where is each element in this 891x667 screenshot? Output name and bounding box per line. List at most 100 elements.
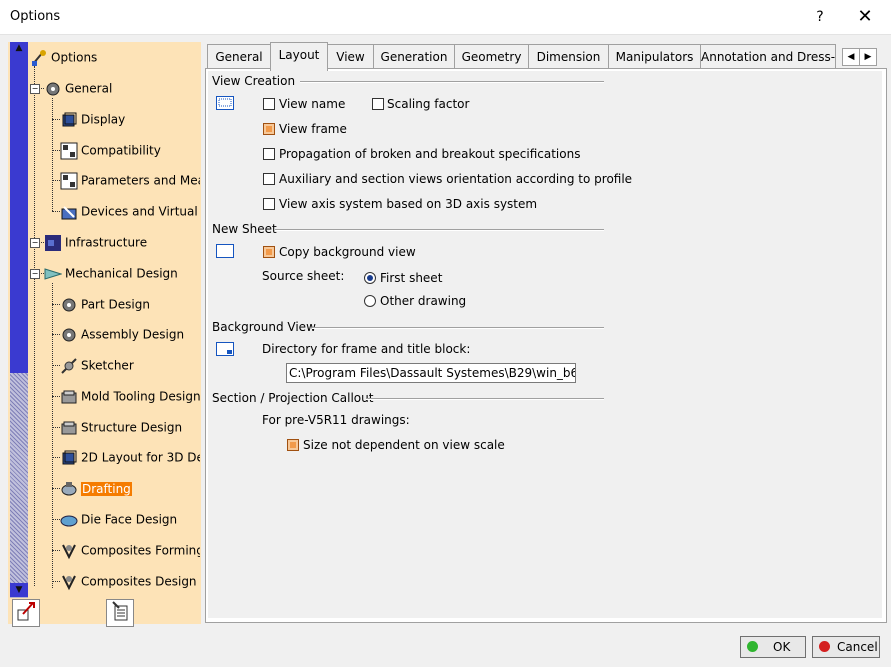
size-not-dependent-checkbox[interactable] bbox=[287, 439, 299, 451]
scaling-factor-checkbox[interactable] bbox=[372, 98, 384, 110]
tree-item-infrastructure[interactable]: Infrastructure bbox=[44, 232, 200, 252]
tree-item-mechanical-design[interactable]: Mechanical Design bbox=[44, 263, 200, 283]
scroll-up-arrow-icon[interactable]: ▲ bbox=[10, 42, 28, 55]
tab-scroll-right-icon[interactable]: ▶ bbox=[859, 48, 877, 66]
tree-item-composites-forming[interactable]: Composites Forming bbox=[60, 540, 200, 560]
background-view-icon bbox=[216, 342, 234, 356]
tree-item-parameters[interactable]: Parameters and Measure bbox=[60, 170, 200, 190]
mold-tooling-icon bbox=[60, 388, 78, 406]
source-sheet-label: Source sheet: bbox=[262, 269, 345, 283]
tree-item-compatibility[interactable]: Compatibility bbox=[60, 140, 200, 160]
tab-geometry[interactable]: Geometry bbox=[454, 44, 529, 69]
cancel-button[interactable]: Cancel bbox=[812, 636, 880, 658]
view-name-checkbox[interactable] bbox=[263, 98, 275, 110]
tree-item-label: Compatibility bbox=[81, 143, 161, 158]
first-sheet-radio[interactable] bbox=[364, 272, 376, 284]
tree-root-label: Options bbox=[51, 50, 98, 65]
ok-dot-icon bbox=[747, 641, 758, 652]
tab-dimension[interactable]: Dimension bbox=[528, 44, 609, 69]
tree-connector bbox=[52, 150, 60, 151]
tree-connector bbox=[52, 211, 60, 212]
other-drawing-radio[interactable] bbox=[364, 295, 376, 307]
tree-item-mold-tooling[interactable]: Mold Tooling Design bbox=[60, 386, 200, 406]
window-title: Options bbox=[10, 9, 61, 24]
tree-item-label: Devices and Virtual Reality bbox=[81, 204, 200, 219]
tree-item-devices[interactable]: Devices and Virtual Reality bbox=[60, 201, 200, 221]
options-list-icon[interactable] bbox=[106, 599, 134, 627]
section-divider bbox=[300, 81, 604, 83]
section-divider bbox=[312, 327, 604, 329]
tree-item-structure-design[interactable]: Structure Design bbox=[60, 417, 200, 437]
view-axis-checkbox[interactable] bbox=[263, 198, 275, 210]
view-creation-icon bbox=[216, 96, 234, 110]
view-name-label: View name bbox=[279, 97, 346, 111]
display-icon bbox=[60, 111, 78, 129]
other-drawing-label: Other drawing bbox=[380, 294, 467, 308]
cancel-dot-icon bbox=[819, 641, 830, 652]
view-frame-label: View frame bbox=[279, 122, 347, 136]
tree-item-die-face[interactable]: Die Face Design bbox=[60, 509, 200, 529]
tab-annotation-and-dress-up[interactable]: Annotation and Dress-Up bbox=[700, 44, 836, 69]
tree-item-sketcher[interactable]: Sketcher bbox=[60, 355, 200, 375]
directory-input[interactable]: C:\Program Files\Dassault Systemes\B29\w… bbox=[286, 363, 576, 383]
tab-scroll-left-icon[interactable]: ◀ bbox=[842, 48, 860, 66]
tree-item-drafting[interactable]: Drafting bbox=[60, 478, 200, 498]
parameters-icon bbox=[60, 172, 78, 190]
tree-item-part-design[interactable]: Part Design bbox=[60, 294, 200, 314]
tree-item-2d-layout[interactable]: 2D Layout for 3D Design bbox=[60, 447, 200, 467]
tree-scrollbar-track-lower[interactable] bbox=[10, 373, 28, 583]
tree-line bbox=[34, 66, 35, 586]
tree-root[interactable]: Options bbox=[30, 47, 200, 67]
tree-line bbox=[52, 283, 53, 588]
tree-item-label: Display bbox=[81, 112, 126, 127]
auxiliary-orientation-checkbox[interactable] bbox=[263, 173, 275, 185]
tree-item-label: Sketcher bbox=[81, 358, 134, 373]
tab-general[interactable]: General bbox=[207, 44, 271, 69]
tree-connector bbox=[52, 427, 60, 428]
directory-label: Directory for frame and title block: bbox=[262, 342, 471, 356]
tree-tool-icon[interactable] bbox=[12, 599, 40, 627]
tree-connector bbox=[52, 550, 60, 551]
view-axis-label: View axis system based on 3D axis system bbox=[279, 197, 538, 211]
section-title-view-creation: View Creation bbox=[212, 74, 296, 88]
tree-item-label: Assembly Design bbox=[81, 327, 185, 342]
propagation-checkbox[interactable] bbox=[263, 148, 275, 160]
section-title-new-sheet: New Sheet bbox=[212, 222, 277, 236]
expand-toggle-icon[interactable]: − bbox=[30, 238, 40, 248]
section-title-background-view: Background View bbox=[212, 320, 316, 334]
ok-button[interactable]: OK bbox=[740, 636, 806, 658]
copy-background-checkbox[interactable] bbox=[263, 246, 275, 258]
assembly-design-icon bbox=[60, 326, 78, 344]
tree-scrollbar-thumb[interactable] bbox=[10, 55, 28, 373]
scroll-down-arrow-icon[interactable]: ▼ bbox=[10, 583, 28, 597]
close-button[interactable]: ✕ bbox=[843, 4, 887, 30]
expand-toggle-icon[interactable]: − bbox=[30, 84, 40, 94]
cancel-button-label: Cancel bbox=[837, 640, 878, 654]
tree-item-assembly-design[interactable]: Assembly Design bbox=[60, 324, 200, 344]
composites-design-icon bbox=[60, 573, 78, 591]
view-frame-checkbox[interactable] bbox=[263, 123, 275, 135]
tree-item-label: Composites Design bbox=[81, 574, 197, 589]
expand-toggle-icon[interactable]: − bbox=[30, 269, 40, 279]
help-button[interactable]: ? bbox=[800, 4, 840, 30]
tab-view[interactable]: View bbox=[327, 44, 374, 69]
tab-generation[interactable]: Generation bbox=[373, 44, 455, 69]
tree-item-label: Part Design bbox=[81, 297, 150, 312]
tab-layout[interactable]: Layout bbox=[270, 42, 328, 71]
pre-v5r11-label: For pre-V5R11 drawings: bbox=[262, 413, 410, 427]
tree-connector bbox=[52, 581, 60, 582]
propagation-label: Propagation of broken and breakout speci… bbox=[279, 147, 581, 161]
tree-item-label: Die Face Design bbox=[81, 512, 178, 527]
copy-background-label: Copy background view bbox=[279, 245, 416, 259]
tree-item-composites-design[interactable]: Composites Design bbox=[60, 571, 200, 591]
tree-item-label: Structure Design bbox=[81, 420, 183, 435]
composites-forming-icon bbox=[60, 542, 78, 560]
tree-item-display[interactable]: Display bbox=[60, 109, 200, 129]
section-divider bbox=[366, 398, 604, 400]
tree-connector bbox=[52, 180, 60, 181]
tree-item-label: Mechanical Design bbox=[65, 266, 178, 281]
tree-connector bbox=[52, 519, 60, 520]
tree-item-general[interactable]: General bbox=[44, 78, 200, 98]
title-bar bbox=[0, 0, 891, 35]
tab-manipulators[interactable]: Manipulators bbox=[608, 44, 701, 69]
